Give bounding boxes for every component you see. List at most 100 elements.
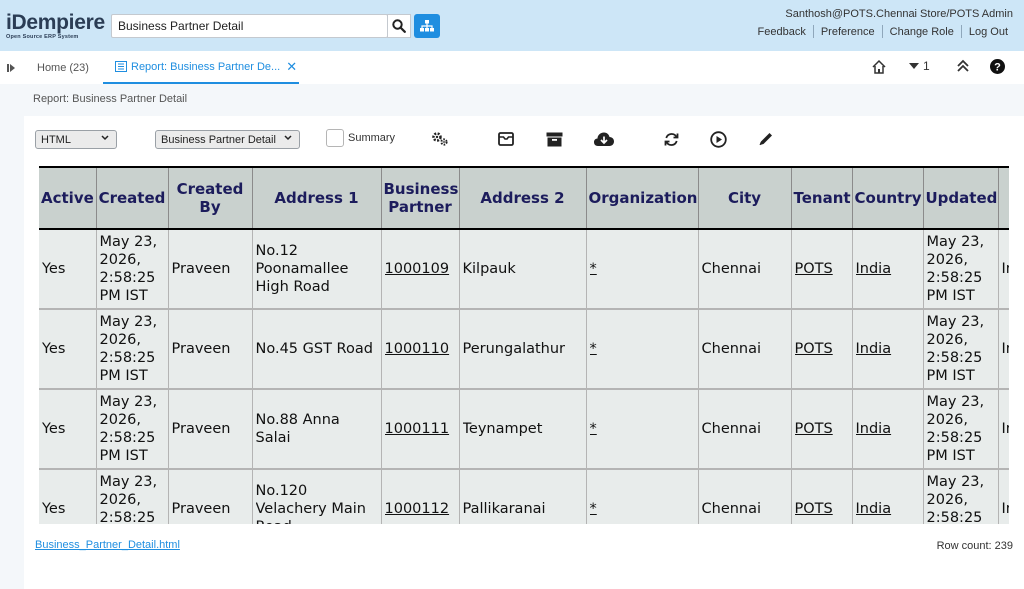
sidebar-toggle-icon[interactable] (7, 62, 17, 74)
report-table-container[interactable]: Active Created Created By Address 1 Business… (39, 166, 1009, 524)
preference-link[interactable]: Preference (814, 26, 882, 38)
table-cell-link[interactable]: 1000109 (381, 229, 460, 310)
search-button[interactable] (387, 14, 411, 38)
table-cell-link[interactable]: India (852, 229, 924, 310)
global-search[interactable] (111, 14, 388, 38)
window-switcher[interactable]: 1 (909, 59, 930, 73)
cell-value: May 23, 2026, 2:58:25 PM IST (99, 234, 158, 304)
table-cell-link[interactable]: POTS (791, 389, 853, 470)
tab-report[interactable]: Report: Business Partner De... ✕ (103, 51, 299, 84)
cell-value: Praveen (171, 341, 231, 357)
logo-brand: iDempiere (6, 11, 105, 34)
column-header[interactable]: Created By (168, 166, 253, 230)
chevron-down-icon (284, 135, 292, 141)
column-header[interactable]: Created (96, 166, 169, 230)
cell-value: No.88 Anna Salai (255, 412, 340, 446)
customize-button[interactable] (428, 128, 452, 150)
column-header[interactable]: C (998, 166, 1009, 230)
cell-value: May 23, 2026, 2:58:25 PM IST (926, 394, 985, 464)
run-process-button[interactable] (706, 128, 730, 150)
window-count: 1 (923, 59, 930, 73)
table-cell-link[interactable]: * (586, 229, 699, 310)
column-header[interactable]: Address 1 (252, 166, 382, 230)
menu-tree-button[interactable] (414, 14, 440, 38)
help-button[interactable]: ? (990, 59, 1005, 79)
cell-value: India (855, 421, 892, 437)
table-cell: May 23, 2026, 2:58:25 PM IST (923, 309, 999, 390)
table-cell-link[interactable]: India (852, 469, 924, 524)
table-cell-link[interactable]: POTS (791, 309, 853, 390)
table-cell-link[interactable]: * (586, 309, 699, 390)
table-cell: Perungalathur (459, 309, 587, 390)
table-cell-link[interactable]: * (586, 469, 699, 524)
feedback-link[interactable]: Feedback (751, 26, 813, 38)
cell-value: India (855, 501, 892, 517)
collapse-header-button[interactable] (956, 59, 970, 78)
table-cell: May 23, 2026, 2:58:25 PM IST (96, 389, 169, 470)
table-cell: May 23, 2026, 2:58:25 PM IST (96, 469, 169, 524)
table-cell: Pallikaranai (459, 469, 587, 524)
cell-value: Yes (42, 421, 66, 437)
cell-value: * (589, 421, 597, 437)
caret-down-icon (909, 63, 919, 69)
table-cell-link[interactable]: POTS (791, 229, 853, 310)
user-context[interactable]: Santhosh@POTS.Chennai Store/POTS Admin (785, 8, 1013, 20)
chevron-down-icon (101, 135, 109, 141)
send-mail-button[interactable] (494, 128, 518, 150)
cell-value: No.45 GST Road (255, 341, 373, 357)
column-header[interactable]: Address 2 (459, 166, 587, 230)
home-icon (872, 59, 886, 74)
search-input[interactable] (112, 15, 387, 37)
help-icon: ? (990, 59, 1005, 74)
table-cell: Praveen (168, 309, 253, 390)
column-header[interactable]: Active (39, 166, 97, 230)
logo-tagline: Open Source ERP System (6, 34, 79, 40)
table-cell-link[interactable]: * (586, 389, 699, 470)
tab-home[interactable]: Home (23) (37, 51, 89, 84)
archive-button[interactable] (542, 128, 566, 150)
refresh-button[interactable] (659, 128, 683, 150)
table-cell-link[interactable]: India (852, 309, 924, 390)
table-cell-link[interactable]: 1000112 (381, 469, 460, 524)
table-cell: May 23, 2026, 2:58:25 PM IST (923, 229, 999, 310)
table-cell: Yes (39, 389, 97, 470)
table-cell: Yes (39, 309, 97, 390)
cell-value: * (589, 501, 597, 517)
print-format-select[interactable]: Business Partner Detail (155, 130, 300, 149)
table-cell-link[interactable]: POTS (791, 469, 853, 524)
column-header[interactable]: Business Partner (381, 166, 460, 230)
column-header[interactable]: Organization (586, 166, 699, 230)
table-cell-link[interactable]: 1000110 (381, 309, 460, 390)
cell-value: No.12 Poonamallee High Road (255, 243, 349, 295)
table-cell: Chennai (698, 309, 792, 390)
summary-checkbox[interactable] (326, 129, 344, 147)
table-cell: Kilpauk (459, 229, 587, 310)
close-icon[interactable]: ✕ (286, 59, 297, 75)
export-button[interactable] (592, 128, 616, 150)
archive-icon (546, 132, 562, 146)
table-cell: Chennai (698, 469, 792, 524)
table-cell: Praveen (168, 229, 253, 310)
column-header[interactable]: Updated (923, 166, 999, 230)
report-file-link[interactable]: Business_Partner_Detail.html (35, 539, 180, 551)
table-cell: No.88 Anna Salai (252, 389, 382, 470)
logout-link[interactable]: Log Out (962, 26, 1015, 38)
edit-button[interactable] (754, 128, 778, 150)
column-header[interactable]: Tenant (791, 166, 853, 230)
summary-label: Summary (348, 132, 396, 144)
tab-report-label: Report: Business Partner De... (131, 60, 281, 73)
row-count: Row count: 239 (936, 540, 1013, 552)
table-cell-link[interactable]: 1000111 (381, 389, 460, 470)
idempiere-logo[interactable]: iDempiere Open Source ERP System (6, 11, 108, 41)
column-header[interactable]: Country (852, 166, 924, 230)
column-header[interactable]: City (698, 166, 792, 230)
cell-value: May 23, 2026, 2:58:25 PM IST (99, 314, 158, 384)
print-format-value: Business Partner Detail (161, 133, 276, 146)
cell-value: 1000112 (384, 501, 450, 517)
home-button[interactable] (871, 59, 887, 80)
format-select[interactable]: HTML (35, 130, 117, 149)
cell-value: Pallikaranai (462, 501, 546, 517)
change-role-link[interactable]: Change Role (883, 26, 961, 38)
report-icon (115, 61, 127, 72)
table-cell-link[interactable]: India (852, 389, 924, 470)
